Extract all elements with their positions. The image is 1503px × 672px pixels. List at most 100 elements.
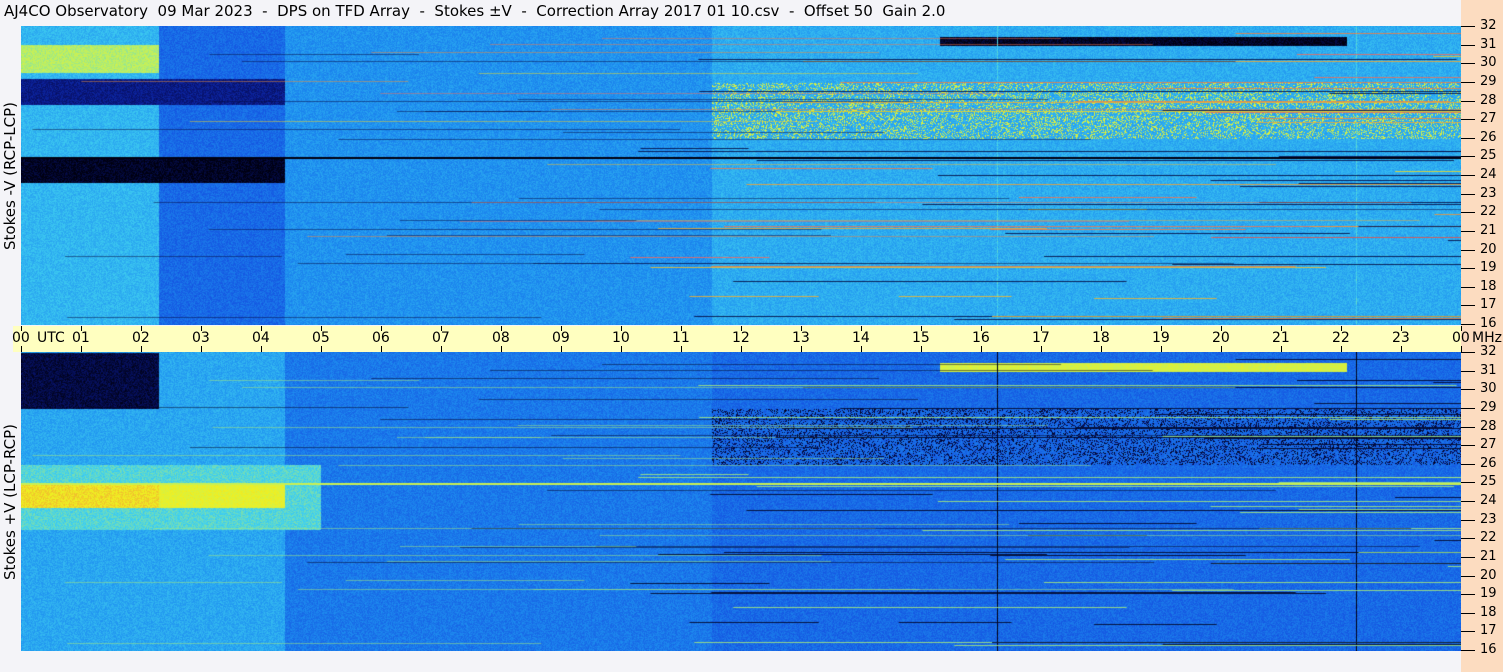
x-tick <box>981 346 982 352</box>
x-tick-label: 00 <box>12 330 30 346</box>
y-tick-label: 19 <box>1480 260 1497 276</box>
x-tick <box>501 346 502 352</box>
y-tick-label: 22 <box>1480 530 1497 546</box>
x-tick <box>261 346 262 352</box>
x-tick <box>141 326 142 331</box>
y-tick-label: 23 <box>1480 185 1497 201</box>
x-tick <box>81 326 82 331</box>
y-tick <box>1461 538 1475 540</box>
x-tick <box>561 346 562 352</box>
y-tick <box>1461 501 1475 502</box>
x-tick <box>1341 346 1342 352</box>
y-tick-label: 17 <box>1480 297 1497 313</box>
y-tick <box>1461 268 1475 270</box>
x-tick-label: 14 <box>852 330 870 346</box>
y-tick-label: 23 <box>1480 511 1497 527</box>
y-tick <box>1461 137 1475 139</box>
x-tick-label: 11 <box>672 330 690 346</box>
y-tick-label: 16 <box>1480 316 1497 331</box>
x-tick <box>501 326 502 331</box>
x-tick-label: 06 <box>372 330 390 346</box>
y-tick-label: 19 <box>1480 586 1497 602</box>
x-tick <box>1341 326 1342 331</box>
x-tick-label: 07 <box>432 330 450 346</box>
x-tick <box>141 346 142 352</box>
y-tick <box>1461 286 1475 288</box>
x-tick <box>261 326 262 331</box>
y-tick <box>1461 81 1475 83</box>
x-tick <box>201 346 202 352</box>
x-tick <box>861 326 862 331</box>
y-tick <box>1461 175 1475 176</box>
y-tick <box>1461 445 1475 447</box>
x-tick <box>381 346 382 352</box>
y-tick-label: 21 <box>1480 222 1497 238</box>
x-tick <box>1221 326 1222 331</box>
x-tick-label: 08 <box>492 330 510 346</box>
y-tick-label: 29 <box>1480 73 1497 89</box>
y-tick <box>1461 100 1475 102</box>
y-tick-label: 28 <box>1480 92 1497 108</box>
bottom-panel-label: Stokes +V (LCP-RCP) <box>0 352 20 651</box>
y-tick-label: 27 <box>1480 437 1497 453</box>
x-tick <box>81 346 82 352</box>
y-tick <box>1461 631 1475 633</box>
x-tick <box>1221 346 1222 352</box>
top-panel-label-text: Stokes -V (RCP-LCP) <box>1 101 19 250</box>
x-tick <box>381 326 382 331</box>
x-tick-label: 05 <box>312 330 330 346</box>
y-tick <box>1461 230 1475 232</box>
y-tick <box>1461 463 1475 465</box>
y-tick-label: 32 <box>1480 344 1497 359</box>
bottom-panel-label-text: Stokes +V (LCP-RCP) <box>1 423 19 580</box>
y-tick <box>1461 426 1475 428</box>
x-tick <box>201 326 202 331</box>
utc-label: UTC <box>37 330 65 346</box>
x-tick-label: 04 <box>252 330 270 346</box>
y-tick <box>1461 63 1475 65</box>
y-tick <box>1461 249 1475 251</box>
y-tick-label: 25 <box>1480 148 1497 164</box>
x-tick <box>801 326 802 331</box>
y-tick-label: 31 <box>1480 36 1497 52</box>
y-tick-label: 24 <box>1480 493 1497 508</box>
y-tick <box>1461 212 1475 214</box>
x-tick-label: 02 <box>132 330 150 346</box>
y-tick <box>1461 556 1475 558</box>
x-tick <box>921 346 922 352</box>
x-tick-label: 03 <box>192 330 210 346</box>
x-tick-label: 12 <box>732 330 750 346</box>
y-tick-label: 17 <box>1480 623 1497 639</box>
x-tick-label: 16 <box>972 330 990 346</box>
y-tick <box>1461 305 1475 307</box>
x-tick-label: 10 <box>612 330 630 346</box>
x-tick <box>1101 326 1102 331</box>
x-tick <box>741 346 742 352</box>
x-tick <box>1161 346 1162 352</box>
x-tick-label: 18 <box>1092 330 1110 346</box>
x-tick <box>1161 326 1162 331</box>
x-tick <box>681 326 682 331</box>
y-tick <box>1461 156 1475 158</box>
x-tick-label: 19 <box>1152 330 1170 346</box>
x-tick <box>621 326 622 331</box>
x-tick <box>1041 346 1042 352</box>
y-tick-label: 16 <box>1480 642 1497 657</box>
y-tick <box>1461 44 1475 46</box>
y-tick-label: 31 <box>1480 362 1497 378</box>
top-panel-label: Stokes -V (RCP-LCP) <box>0 26 20 325</box>
x-tick <box>741 326 742 331</box>
x-tick-label: 21 <box>1272 330 1290 346</box>
x-tick <box>1041 326 1042 331</box>
y-tick-label: 20 <box>1480 241 1497 257</box>
x-tick-label: 00 <box>1452 330 1470 346</box>
x-tick <box>1401 346 1402 352</box>
y-tick <box>1461 650 1475 651</box>
x-tick <box>1461 326 1462 331</box>
x-tick <box>21 346 22 352</box>
x-tick-label: 13 <box>792 330 810 346</box>
y-tick <box>1461 519 1475 521</box>
x-tick <box>21 326 22 331</box>
y-tick <box>1461 482 1475 484</box>
y-tick <box>1461 324 1475 325</box>
